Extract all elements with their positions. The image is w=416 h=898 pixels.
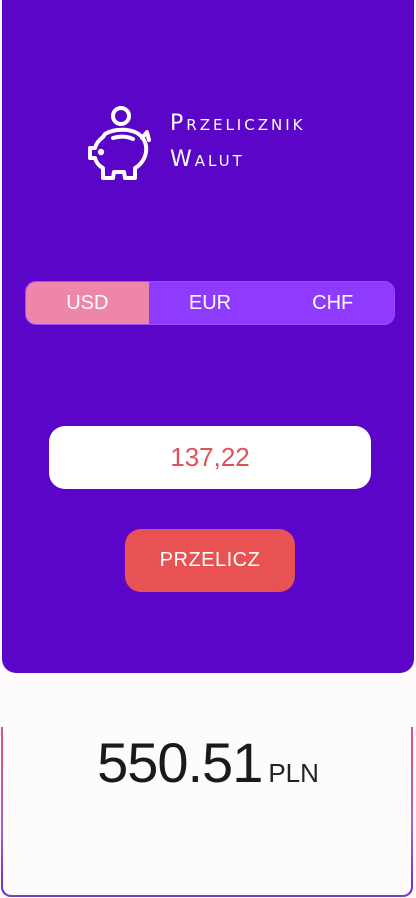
result-unit: PLN [268,758,319,788]
currency-option-chf[interactable]: CHF [271,282,394,324]
amount-input[interactable] [49,426,371,489]
header-panel: Przelicznik Walut USD EUR CHF PRZELICZ [2,0,414,673]
app-title: Przelicznik Walut [170,106,305,178]
convert-button[interactable]: PRZELICZ [125,529,295,592]
piggy-bank-icon [88,106,151,180]
app-title-line1: Przelicznik [170,111,306,136]
result-value: 550.51 [97,731,263,794]
currency-selector: USD EUR CHF [25,281,395,325]
conversion-result: 550.51 PLN [0,730,416,795]
app-title-line2: Walut [170,147,245,172]
currency-option-usd[interactable]: USD [26,282,149,324]
app-root: Przelicznik Walut USD EUR CHF PRZELICZ 5… [0,0,416,898]
currency-option-eur[interactable]: EUR [149,282,272,324]
